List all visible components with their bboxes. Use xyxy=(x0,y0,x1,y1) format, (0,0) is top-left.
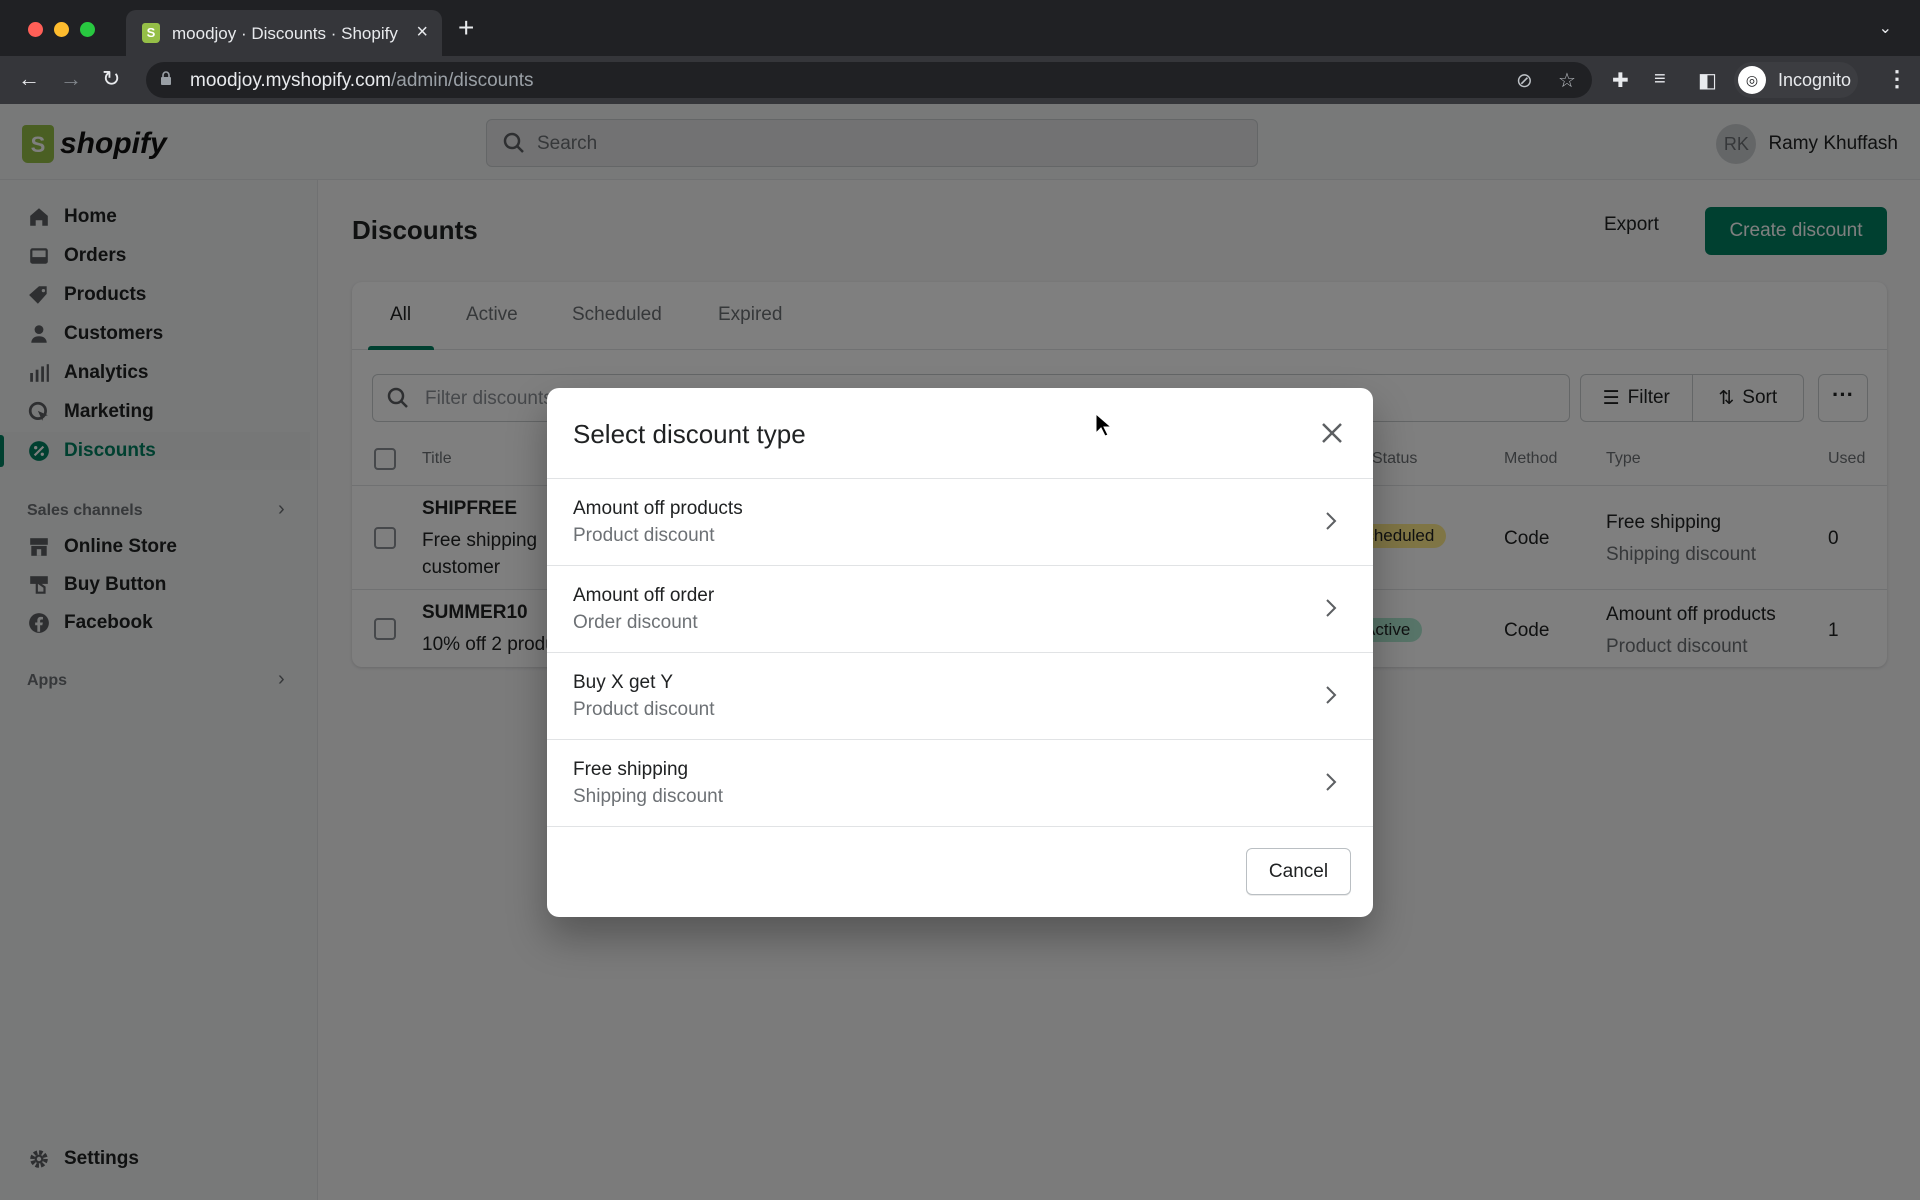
chevron-right-icon xyxy=(1326,773,1337,791)
extensions-icon[interactable]: ✚ xyxy=(1612,68,1629,93)
url-text: moodjoy.myshopify.com/admin/discounts xyxy=(190,70,534,91)
back-icon[interactable]: ← xyxy=(18,66,40,92)
window-close-button[interactable] xyxy=(28,22,43,37)
chevron-right-icon xyxy=(1326,686,1337,704)
tab-title: moodjoy · Discounts · Shopify xyxy=(172,24,398,43)
chevron-right-icon xyxy=(1326,599,1337,617)
option-amount-off-order[interactable]: Amount off order Order discount xyxy=(547,566,1373,653)
tab-search-chevron-icon[interactable]: ⌄ xyxy=(1879,18,1892,38)
option-title: Buy X get Y xyxy=(573,672,673,693)
reload-icon[interactable]: ↻ xyxy=(102,66,120,92)
cancel-button[interactable]: Cancel xyxy=(1246,848,1351,895)
option-subtitle: Order discount xyxy=(573,612,698,633)
media-queue-icon[interactable]: ≡ xyxy=(1654,68,1666,91)
select-discount-type-modal: Select discount type Amount off products… xyxy=(547,388,1373,917)
browser-tab-strip: S moodjoy · Discounts · Shopify × + ⌄ xyxy=(0,0,1920,56)
option-amount-off-products[interactable]: Amount off products Product discount xyxy=(547,479,1373,566)
mouse-cursor-icon xyxy=(1095,413,1111,437)
modal-header: Select discount type xyxy=(547,388,1373,479)
address-bar[interactable]: moodjoy.myshopify.com/admin/discounts ⊘ … xyxy=(146,62,1592,98)
browser-tab[interactable]: S moodjoy · Discounts · Shopify × xyxy=(126,10,442,56)
tracking-blocked-eye-icon[interactable]: ⊘ xyxy=(1516,68,1533,93)
option-buy-x-get-y[interactable]: Buy X get Y Product discount xyxy=(547,653,1373,740)
incognito-profile-button[interactable]: ◎ Incognito xyxy=(1734,62,1858,98)
window-minimize-button[interactable] xyxy=(54,22,69,37)
option-subtitle: Shipping discount xyxy=(573,786,723,807)
incognito-icon: ◎ xyxy=(1738,66,1766,94)
window-maximize-button[interactable] xyxy=(80,22,95,37)
incognito-label: Incognito xyxy=(1778,70,1852,90)
bookmark-star-icon[interactable]: ☆ xyxy=(1558,68,1576,93)
option-subtitle: Product discount xyxy=(573,525,715,546)
option-title: Free shipping xyxy=(573,759,689,780)
option-free-shipping[interactable]: Free shipping Shipping discount xyxy=(547,740,1373,827)
chevron-right-icon xyxy=(1326,512,1337,530)
browser-menu-icon[interactable]: ⋮ xyxy=(1886,66,1908,92)
lock-icon xyxy=(161,71,171,85)
option-title: Amount off products xyxy=(573,498,743,519)
option-subtitle: Product discount xyxy=(573,699,715,720)
shopify-favicon-icon: S xyxy=(142,23,160,43)
new-tab-button[interactable]: + xyxy=(458,14,474,42)
side-panel-icon[interactable]: ◧ xyxy=(1698,68,1717,93)
forward-icon[interactable]: → xyxy=(60,66,82,92)
option-title: Amount off order xyxy=(573,585,715,606)
close-icon[interactable] xyxy=(1317,418,1347,448)
modal-title: Select discount type xyxy=(573,419,806,449)
browser-toolbar: ← → ↻ moodjoy.myshopify.com/admin/discou… xyxy=(0,56,1920,104)
tab-close-icon[interactable]: × xyxy=(416,21,428,44)
